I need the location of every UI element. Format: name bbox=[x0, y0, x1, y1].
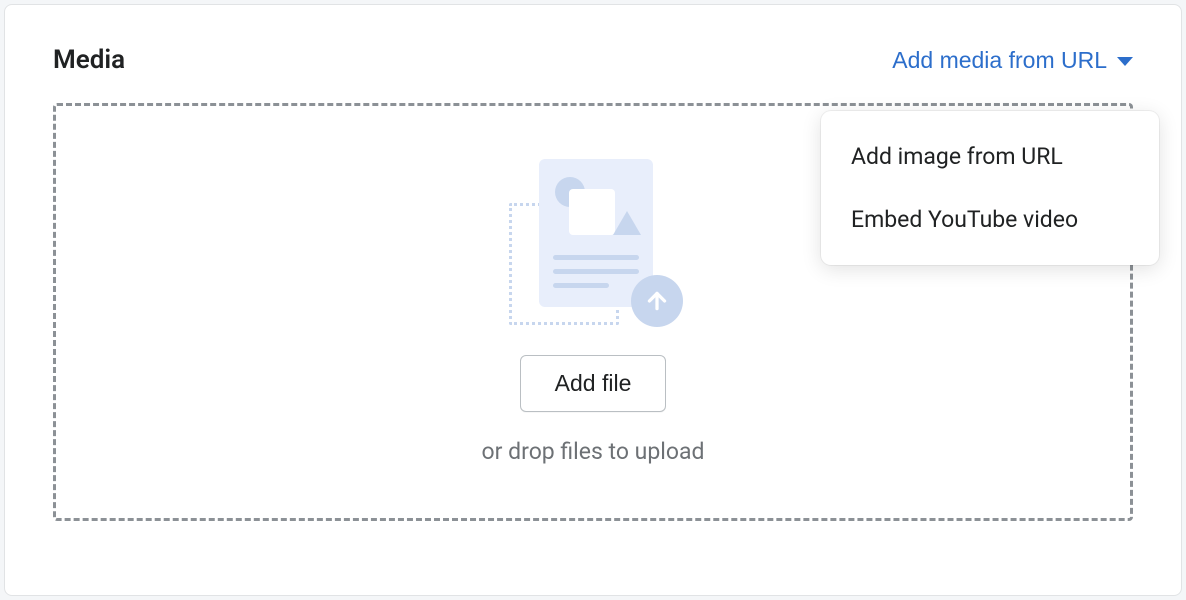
card-header: Media Add media from URL bbox=[53, 45, 1133, 75]
drop-files-hint: or drop files to upload bbox=[482, 438, 705, 465]
upload-arrow-icon bbox=[631, 275, 683, 327]
dropdown-item-embed-youtube-video[interactable]: Embed YouTube video bbox=[821, 188, 1159, 251]
add-media-from-url-button[interactable]: Add media from URL bbox=[892, 47, 1133, 74]
upload-illustration-icon bbox=[503, 159, 683, 329]
card-title: Media bbox=[53, 45, 125, 75]
add-media-from-url-label: Add media from URL bbox=[892, 47, 1107, 74]
add-file-button[interactable]: Add file bbox=[520, 355, 667, 412]
dropdown-item-add-image-from-url[interactable]: Add image from URL bbox=[821, 125, 1159, 188]
caret-down-icon bbox=[1117, 57, 1133, 66]
media-card: Media Add media from URL Add file or dro… bbox=[4, 4, 1182, 596]
add-media-dropdown-menu: Add image from URL Embed YouTube video bbox=[821, 111, 1159, 265]
